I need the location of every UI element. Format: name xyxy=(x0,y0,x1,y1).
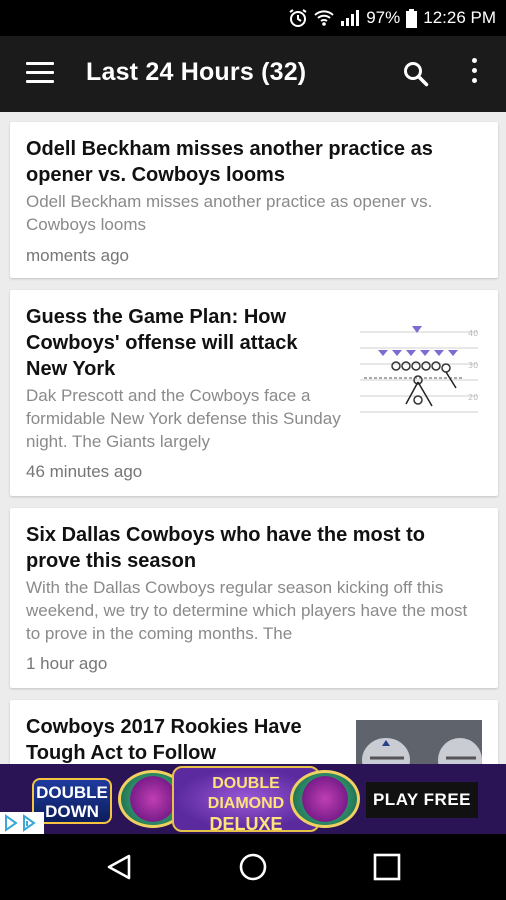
play-diagram-thumbnail: 40 30 20 xyxy=(356,312,482,430)
article-snippet: With the Dallas Cowboys regular season k… xyxy=(26,578,468,643)
search-icon[interactable] xyxy=(402,60,430,88)
article-list: Odell Beckham misses another practice as… xyxy=(0,112,506,764)
clock: 12:26 PM xyxy=(423,8,496,27)
article-snippet: Odell Beckham misses another practice as… xyxy=(26,192,433,234)
article-time: 46 minutes ago xyxy=(26,462,143,481)
recents-icon[interactable] xyxy=(372,852,402,882)
page-title: Last 24 Hours (32) xyxy=(86,58,307,86)
ad-choices-icon[interactable] xyxy=(0,812,44,834)
ad-headline-line-2: DELUXE xyxy=(209,814,283,834)
article-time: moments ago xyxy=(26,246,129,265)
article-headline: Odell Beckham misses another practice as… xyxy=(26,138,433,186)
svg-text:40: 40 xyxy=(468,329,478,338)
svg-text:20: 20 xyxy=(468,393,478,402)
article-card[interactable]: Guess the Game Plan: How Cowboys' offens… xyxy=(10,290,498,496)
article-card[interactable]: Cowboys 2017 Rookies Have Tough Act to F… xyxy=(10,700,498,764)
ad-banner[interactable]: DOUBLE DOWN DOUBLE DIAMOND DELUXE PLAY F… xyxy=(0,764,506,834)
article-headline: Cowboys 2017 Rookies Have Tough Act to F… xyxy=(26,716,302,764)
ad-slot-image xyxy=(290,770,360,828)
helmets-photo-thumbnail xyxy=(356,720,482,764)
status-bar: 97% 12:26 PM xyxy=(0,0,506,36)
play-free-button[interactable]: PLAY FREE xyxy=(366,782,478,818)
back-icon[interactable] xyxy=(104,852,134,882)
article-snippet: Dak Prescott and the Cowboys face a form… xyxy=(26,386,341,451)
home-icon[interactable] xyxy=(238,852,268,882)
article-card[interactable]: Six Dallas Cowboys who have the most to … xyxy=(10,508,498,688)
wifi-icon xyxy=(314,9,334,27)
svg-text:30: 30 xyxy=(468,361,478,370)
more-vert-icon[interactable] xyxy=(466,58,482,90)
battery-percent: 97% xyxy=(366,8,401,27)
article-time: 1 hour ago xyxy=(26,654,108,673)
app-bar: Last 24 Hours (32) xyxy=(0,36,506,112)
article-headline: Six Dallas Cowboys who have the most to … xyxy=(26,524,425,572)
alarm-icon xyxy=(288,8,308,28)
article-headline: Guess the Game Plan: How Cowboys' offens… xyxy=(26,306,298,380)
signal-icon xyxy=(340,9,360,27)
system-nav-bar xyxy=(0,834,506,900)
ad-logo: DOUBLE DOWN xyxy=(32,778,112,824)
battery-icon xyxy=(406,8,418,28)
menu-icon[interactable] xyxy=(26,62,54,84)
article-card[interactable]: Odell Beckham misses another practice as… xyxy=(10,122,498,278)
